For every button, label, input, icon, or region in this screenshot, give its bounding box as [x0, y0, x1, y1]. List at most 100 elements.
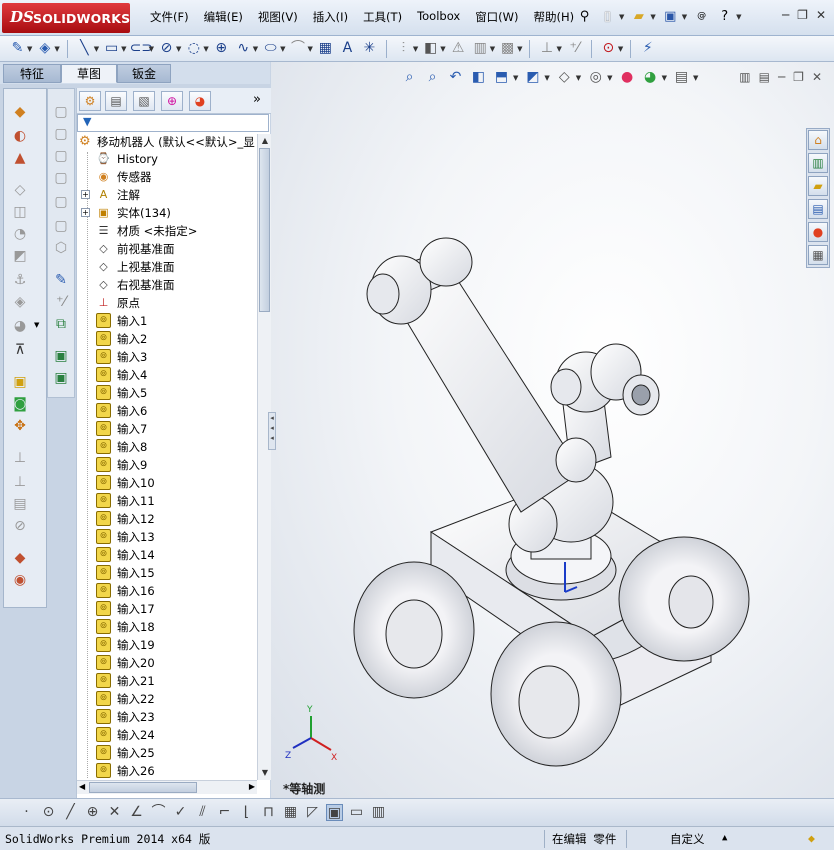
dimxpert-manager-tab[interactable]: ⊕	[161, 91, 183, 111]
tab-sketch[interactable]: 草图	[61, 64, 117, 83]
design-library-icon[interactable]: ▥	[808, 153, 828, 173]
offset-icon[interactable]: ⚠	[449, 40, 468, 57]
feature-manager-tab[interactable]: ⚙	[79, 91, 101, 111]
tab-sheet-metal[interactable]: 钣金	[117, 64, 171, 83]
arc-icon[interactable]: ◌	[184, 40, 203, 57]
tree-node[interactable]: ⊚ 输入10	[77, 474, 257, 492]
snaps-dropdown-icon[interactable]: ▼	[618, 45, 623, 53]
intersect-icon[interactable]: ◆	[11, 549, 29, 567]
convert-dropdown-icon[interactable]: ▼	[440, 45, 445, 53]
text-icon[interactable]: A	[338, 40, 357, 57]
rapid-sketch-icon[interactable]: ⚡	[638, 40, 657, 57]
file-explorer-icon[interactable]: ▰	[808, 176, 828, 196]
shell-icon[interactable]: ◕	[11, 317, 29, 335]
curves-icon[interactable]: ✥	[11, 417, 29, 435]
wrap-icon[interactable]: ⊥	[11, 449, 29, 467]
revolve-boss-icon[interactable]: ◐	[11, 127, 29, 145]
edit-sketch-icon[interactable]: ✎	[52, 271, 70, 289]
line-tool-icon[interactable]: ╱	[62, 804, 79, 821]
scroll-left-icon[interactable]: ◀	[79, 782, 85, 791]
display-manager-tab[interactable]: ◕	[189, 91, 211, 111]
cube-view-icon[interactable]: ▢	[52, 147, 70, 165]
tree-node[interactable]: ⊚ 输入3	[77, 348, 257, 366]
tree-node[interactable]: ⊚ 输入8	[77, 438, 257, 456]
graphics-viewport[interactable]: ⌕ ⌕ ↶ ◧ ⬒ ▼ ◩ ▼ ◇ ▼ ◎ ▼ ● ◕ ▼ ▤ ▼ ▥ ▤ ─ ❐ ✕	[271, 62, 834, 798]
property-manager-tab[interactable]: ▤	[105, 91, 127, 111]
dome-icon[interactable]: ⊥	[11, 473, 29, 491]
menu-toolbox[interactable]: Toolbox	[417, 9, 460, 25]
tree-node[interactable]: ◇ 右视基准面	[77, 276, 257, 294]
mirror-icon[interactable]: ▥	[471, 40, 490, 57]
restore-icon[interactable]: ❐	[797, 8, 808, 22]
pin-icon[interactable]: ⚲	[576, 8, 593, 25]
tree-node[interactable]: ◇ 上视基准面	[77, 258, 257, 276]
expand-toggle-icon[interactable]: +	[81, 190, 90, 199]
deform-icon[interactable]: ⊘	[11, 517, 29, 535]
menu-view[interactable]: 视图(V)	[258, 9, 298, 25]
shaded-view-icon[interactable]: ▣	[326, 804, 343, 821]
tree-node[interactable]: ⊚ 输入15	[77, 564, 257, 582]
tree-node[interactable]: ⊚ 输入13	[77, 528, 257, 546]
unit-system[interactable]: 自定义	[670, 831, 705, 847]
circle-icon[interactable]: ⊘	[157, 40, 176, 57]
bracket-tool-icon[interactable]: ⌊	[238, 804, 255, 821]
tree-node[interactable]: ⊚ 输入16	[77, 582, 257, 600]
repair-sketch-icon[interactable]: ⁺⁄	[565, 40, 584, 57]
block-icon[interactable]: ▣	[52, 347, 70, 365]
sketch-dropdown-icon[interactable]: ▼	[27, 45, 32, 53]
tab-features[interactable]: 特征	[3, 64, 61, 83]
tree-node[interactable]: ⊚ 输入23	[77, 708, 257, 726]
cube-view-icon[interactable]: ▢	[52, 169, 70, 187]
tree-node[interactable]: ⊚ 输入1	[77, 312, 257, 330]
options-icon[interactable]: @	[693, 8, 710, 25]
units-dropdown-icon[interactable]: ▲	[722, 833, 727, 843]
corner-tool-icon[interactable]: ⌐	[216, 804, 233, 821]
tree-node[interactable]: ⊚ 输入6	[77, 402, 257, 420]
centerpoint-icon[interactable]: ⊙	[40, 804, 57, 821]
quick-snaps-icon[interactable]: ⊙	[599, 40, 618, 57]
save-dropdown-icon[interactable]: ▼	[682, 13, 687, 21]
tree-node[interactable]: ◉ 传感器	[77, 168, 257, 186]
triangle-tool-icon[interactable]: ◸	[304, 804, 321, 821]
tree-node[interactable]: ⊚ 输入24	[77, 726, 257, 744]
tree-node[interactable]: ⊚ 输入22	[77, 690, 257, 708]
tree-node[interactable]: ⊚ 输入25	[77, 744, 257, 762]
parallel-tool-icon[interactable]: ⫽	[194, 804, 211, 821]
configuration-manager-tab[interactable]: ▧	[133, 91, 155, 111]
custom-properties-icon[interactable]: ▦	[808, 245, 828, 265]
scroll-thumb[interactable]	[259, 148, 270, 312]
slot-icon[interactable]: ⊂⊃	[130, 40, 153, 57]
fillet-dropdown-icon[interactable]: ▼	[308, 45, 313, 53]
angle-tool-icon[interactable]: ∠	[128, 804, 145, 821]
trim-icon[interactable]: ⫶	[394, 40, 413, 57]
line-icon[interactable]: ╲	[75, 40, 94, 57]
solidworks-logo[interactable]: DS SOLIDWORKS	[2, 3, 130, 33]
repair-icon[interactable]: ⁺⁄	[52, 293, 70, 311]
cube-view-icon[interactable]: ⬡	[52, 239, 70, 257]
new-document-icon[interactable]: ▯	[599, 8, 616, 25]
slot-dropdown-icon[interactable]: ▼	[149, 45, 154, 53]
spline-dropdown-icon[interactable]: ▼	[253, 45, 258, 53]
trim-dropdown-icon[interactable]: ▼	[413, 45, 418, 53]
point-tool-icon[interactable]: ·	[18, 804, 35, 821]
sketch-icon[interactable]: ✎	[8, 40, 27, 57]
arc-dropdown-icon[interactable]: ▼	[203, 45, 208, 53]
tree-node[interactable]: ⊚ 输入5	[77, 384, 257, 402]
menu-insert[interactable]: 插入(I)	[313, 9, 348, 25]
cube-view-icon[interactable]: ▢	[52, 103, 70, 121]
tree-node[interactable]: + ▣ 实体(134)	[77, 204, 257, 222]
sweep-icon[interactable]: ▲	[11, 149, 29, 167]
tree-node[interactable]: + A 注解	[77, 186, 257, 204]
tree-node[interactable]: ⊚ 输入17	[77, 600, 257, 618]
line-dropdown-icon[interactable]: ▼	[94, 45, 99, 53]
solidworks-resources-icon[interactable]: ⌂	[808, 130, 828, 150]
tree-node[interactable]: ⊚ 输入2	[77, 330, 257, 348]
menu-edit[interactable]: 编辑(E)	[204, 9, 243, 25]
make-block-icon[interactable]: ▣	[52, 369, 70, 387]
tree-node[interactable]: ⊚ 输入12	[77, 510, 257, 528]
open-dropdown-icon[interactable]: ▼	[650, 13, 655, 21]
point-icon[interactable]: ✳	[360, 40, 379, 57]
grid-tool-icon[interactable]: ▦	[282, 804, 299, 821]
scroll-thumb[interactable]	[89, 782, 197, 793]
dimension-tool-icon[interactable]: ⊓	[260, 804, 277, 821]
